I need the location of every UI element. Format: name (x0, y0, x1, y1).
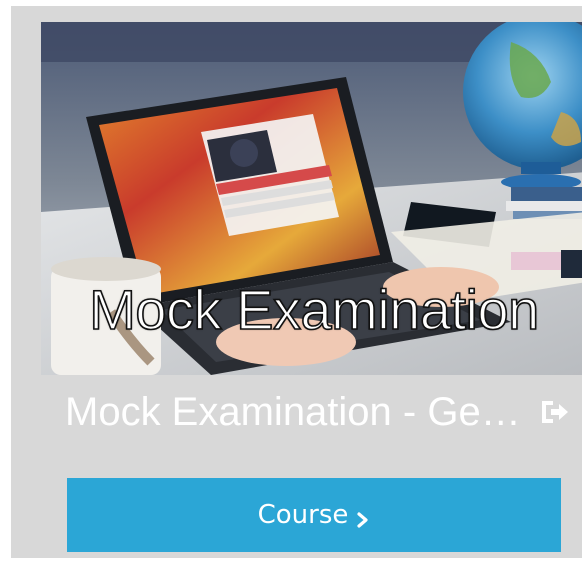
course-card[interactable]: Mock Examination Mock Examination - Gen.… (11, 6, 582, 558)
thumbnail-caption: Mock Examination (88, 278, 540, 342)
sign-out-icon[interactable] (539, 398, 571, 426)
chevron-right-icon (356, 506, 370, 528)
page: Mock Examination Mock Examination - Gen.… (0, 0, 582, 562)
course-button-label: Course (257, 500, 349, 530)
course-title[interactable]: Mock Examination - Gen... (65, 384, 527, 440)
course-button[interactable]: Course (67, 478, 561, 552)
course-thumbnail[interactable]: Mock Examination (41, 22, 582, 375)
